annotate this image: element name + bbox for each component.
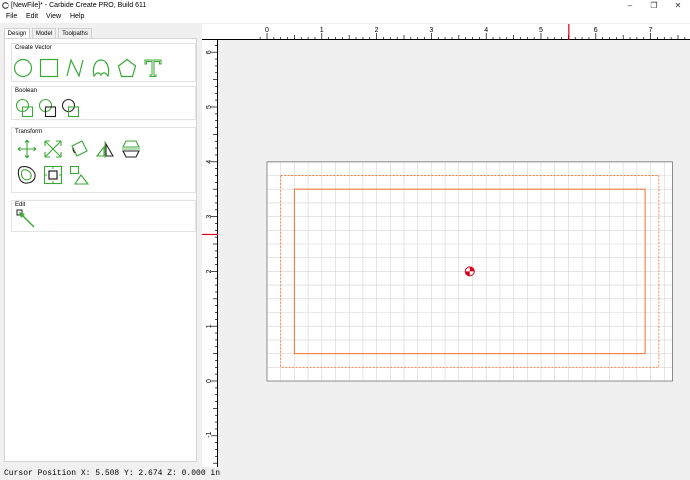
ruler-x-label: 3	[429, 27, 433, 34]
menu-edit[interactable]: Edit	[26, 13, 38, 20]
polygon-icon[interactable]	[117, 58, 137, 78]
circle-icon[interactable]	[13, 58, 33, 78]
center-icon[interactable]	[43, 165, 63, 185]
ruler-y-label: 6	[206, 50, 213, 54]
status-bar: Cursor Position X: 5.508 Y: 2.674 Z: 0.0…	[0, 467, 690, 480]
window-title: [NewFile]* - Carbide Create PRO, Build 6…	[11, 2, 147, 9]
menu-view[interactable]: View	[46, 13, 61, 20]
ruler-x-label: 1	[320, 27, 324, 34]
move-icon[interactable]	[17, 139, 37, 159]
boolean-group: Boolean	[11, 86, 196, 120]
boolean-title: Boolean	[15, 88, 38, 94]
create-vector-group: Create Vector	[11, 43, 196, 82]
menu-help[interactable]: Help	[70, 13, 84, 20]
tab-toolpaths[interactable]: Toolpaths	[58, 28, 92, 38]
horizontal-ruler: 0 1 2 3 4 5 6 7	[202, 24, 690, 40]
cursor-position: Cursor Position X: 5.508 Y: 2.674 Z: 0.0…	[4, 469, 221, 478]
design-canvas[interactable]	[219, 41, 690, 467]
intersect-icon[interactable]	[61, 98, 81, 118]
text-icon[interactable]	[143, 58, 163, 78]
origin-icon	[464, 266, 475, 277]
ruler-x-label: 2	[375, 27, 379, 34]
menu-bar: File Edit View Help	[0, 12, 690, 23]
title-bar: [NewFile]* - Carbide Create PRO, Build 6…	[0, 0, 690, 12]
transform-title: Transform	[15, 129, 43, 135]
edit-group: Edit	[11, 200, 196, 232]
transform-group: Transform	[11, 127, 196, 193]
ruler-y-label: 1	[206, 324, 213, 328]
menu-file[interactable]: File	[6, 13, 17, 20]
subtract-icon[interactable]	[38, 98, 58, 118]
edit-title: Edit	[15, 202, 26, 208]
node-edit-icon[interactable]	[16, 209, 36, 229]
offset-icon[interactable]	[17, 165, 37, 185]
ruler-y-label: 5	[206, 105, 213, 109]
create-vector-title: Create Vector	[15, 45, 52, 51]
app-logo-icon	[2, 2, 9, 9]
rectangle-icon[interactable]	[39, 58, 59, 78]
array-icon[interactable]	[69, 165, 89, 185]
ruler-x-label: 5	[539, 27, 543, 34]
ruler-y-label: 0	[206, 379, 213, 383]
rotate-icon[interactable]	[69, 139, 89, 159]
scale-icon[interactable]	[43, 139, 63, 159]
design-panel: Create Vector Boolean Transform Edit	[4, 38, 197, 462]
curve-icon[interactable]	[91, 58, 111, 78]
ruler-y-label: 2	[206, 269, 213, 273]
mirror-icon[interactable]	[95, 139, 115, 159]
tab-model[interactable]: Model	[32, 28, 56, 38]
ruler-x-label: 0	[265, 27, 269, 34]
minimize-icon[interactable]: –	[618, 0, 642, 12]
align-icon[interactable]	[121, 139, 141, 159]
ruler-y-label: -1	[206, 431, 213, 437]
vertical-ruler: 6 5 4 3 2 1 0 -1	[202, 40, 218, 467]
close-icon[interactable]: ✕	[666, 0, 690, 12]
restore-icon[interactable]: ❐	[642, 0, 666, 12]
ruler-x-label: 6	[594, 27, 598, 34]
union-icon[interactable]	[15, 98, 35, 118]
ruler-x-label: 7	[649, 27, 653, 34]
ruler-y-label: 4	[206, 160, 213, 164]
ruler-x-label: 4	[484, 27, 488, 34]
polyline-icon[interactable]	[65, 58, 85, 78]
ruler-y-label: 3	[206, 215, 213, 219]
